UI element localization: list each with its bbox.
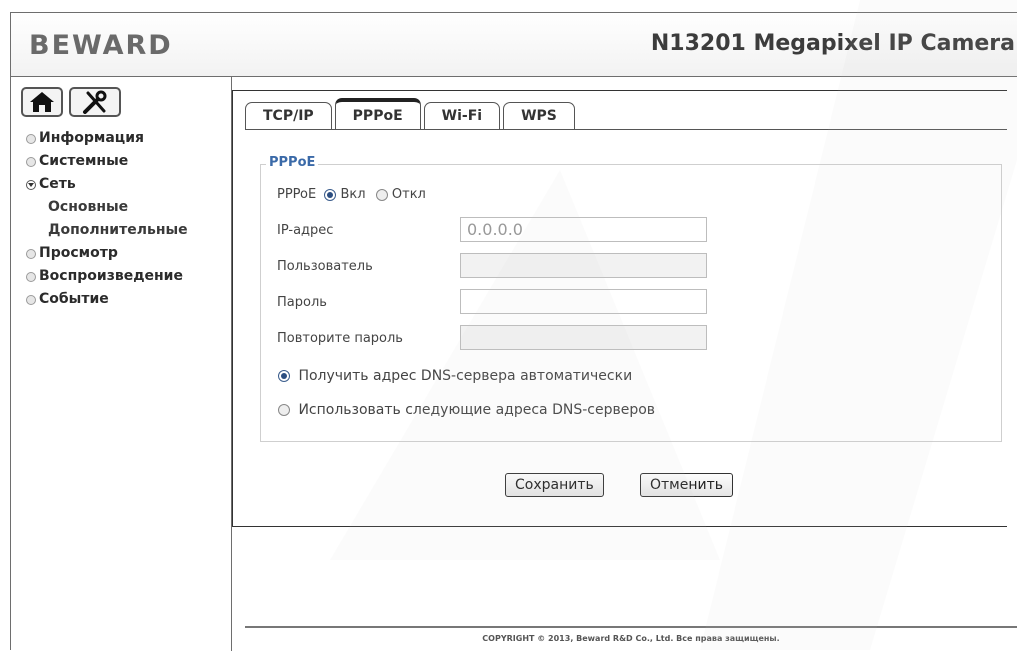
brand-logo: BEWARD: [29, 30, 173, 61]
home-button[interactable]: [21, 87, 63, 117]
password-label: Пароль: [277, 295, 327, 310]
product-title: N13201 Megapixel IP Camera: [650, 31, 1015, 56]
dns-manual-radio[interactable]: [278, 404, 290, 416]
sidebar-item-network[interactable]: Сеть: [26, 173, 226, 196]
password-field[interactable]: [460, 289, 707, 314]
sidebar-item-playback[interactable]: Воспроизведение: [26, 265, 226, 288]
pppoe-off-label: Откл: [391, 187, 426, 202]
pppoe-on-radio[interactable]: [324, 188, 337, 201]
tab-tcpip[interactable]: TCP/IP: [245, 102, 332, 130]
repeat-password-field[interactable]: [460, 325, 707, 350]
ip-label: IP-адрес: [277, 223, 334, 238]
sidebar-item-label: Сеть: [39, 176, 76, 192]
bullet-icon: [26, 156, 36, 167]
pppoe-on-label: Вкл: [340, 187, 366, 202]
sidebar-item-label: Основные: [48, 199, 129, 215]
dns-auto-label: Получить адрес DNS-сервера автоматически: [298, 368, 633, 384]
save-button[interactable]: Сохранить: [505, 473, 604, 497]
sidebar: Информация Системные Сеть Основные Допол…: [11, 77, 232, 651]
tab-wps[interactable]: WPS: [503, 102, 575, 130]
bullet-icon: [26, 133, 36, 144]
pppoe-off-radio[interactable]: [375, 188, 388, 201]
tab-wifi[interactable]: Wi-Fi: [423, 102, 501, 130]
tab-bar: TCP/IP PPPoE Wi-Fi WPS: [245, 98, 575, 130]
user-label: Пользователь: [277, 259, 373, 274]
sidebar-item-label: Воспроизведение: [39, 268, 183, 284]
sidebar-item-label: Просмотр: [39, 245, 118, 261]
sidebar-item-system[interactable]: Системные: [26, 150, 226, 173]
ip-address-field[interactable]: 0.0.0.0: [460, 217, 707, 242]
sidebar-item-label: Дополнительные: [48, 222, 188, 238]
sidebar-item-view[interactable]: Просмотр: [26, 242, 226, 265]
cancel-button[interactable]: Отменить: [640, 473, 734, 497]
sidebar-subitem-advanced[interactable]: Дополнительные: [26, 219, 226, 242]
sidebar-item-label: Событие: [39, 291, 109, 307]
fieldset-legend: PPPoE: [266, 155, 319, 170]
repeat-password-label: Повторите пароль: [277, 331, 403, 346]
header: BEWARD N13201 Megapixel IP Camera: [11, 13, 1017, 77]
bullet-icon: [26, 248, 36, 259]
footer-divider: [245, 626, 1017, 628]
settings-button[interactable]: [69, 87, 121, 117]
tab-pppoe[interactable]: PPPoE: [334, 98, 421, 130]
footer-copyright: COPYRIGHT © 2013, Beward R&D Co., Ltd. В…: [482, 634, 780, 643]
home-icon: [30, 92, 54, 112]
tab-divider: [245, 129, 1007, 130]
sidebar-item-info[interactable]: Информация: [26, 127, 226, 150]
sidebar-item-label: Информация: [39, 130, 144, 146]
dns-manual-row: Использовать следующие адреса DNS-сервер…: [278, 402, 655, 418]
sidebar-menu: Информация Системные Сеть Основные Допол…: [26, 127, 226, 311]
pppoe-toggle-row: PPPoE Вкл Откл: [277, 187, 426, 202]
sidebar-subitem-basic[interactable]: Основные: [26, 196, 226, 219]
dns-auto-row: Получить адрес DNS-сервера автоматически: [278, 368, 632, 384]
dns-manual-label: Использовать следующие адреса DNS-сервер…: [298, 402, 656, 418]
username-field[interactable]: [460, 253, 707, 278]
pppoe-label: PPPoE: [277, 187, 317, 202]
tools-icon: [83, 90, 107, 114]
bullet-icon: [26, 294, 36, 305]
bullet-icon: [26, 271, 36, 282]
sidebar-item-label: Системные: [39, 153, 129, 169]
dns-auto-radio[interactable]: [278, 370, 290, 382]
sidebar-item-event[interactable]: Событие: [26, 288, 226, 311]
expanded-bullet-icon: [26, 179, 36, 190]
